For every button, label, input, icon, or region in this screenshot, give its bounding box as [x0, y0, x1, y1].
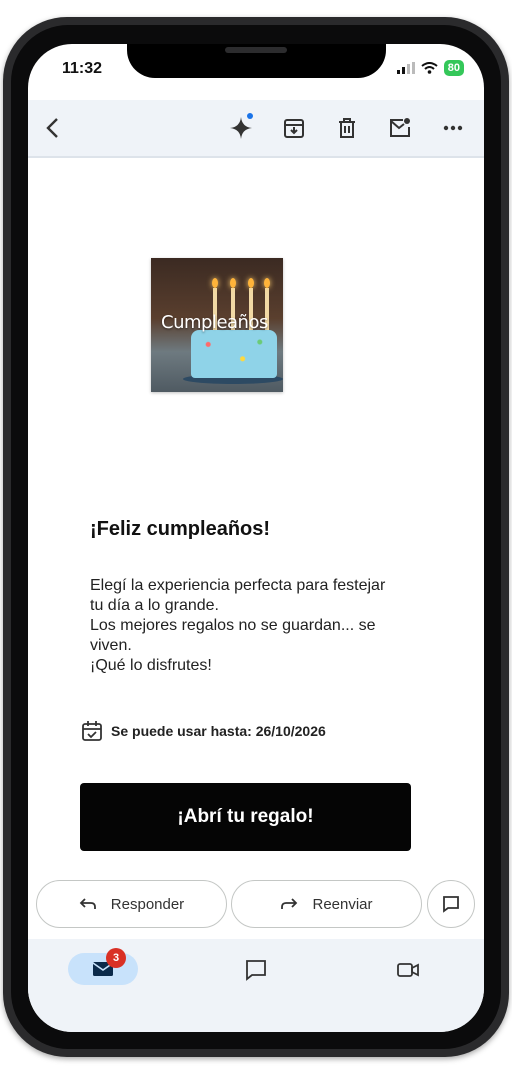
more-button[interactable] — [438, 113, 468, 143]
chat-icon — [443, 896, 459, 913]
archive-icon — [284, 119, 304, 138]
screen: 11:32 80 Cumpleaños ¡Feliz cumpleaños! E… — [28, 44, 484, 1032]
wifi-icon — [421, 62, 438, 74]
email-body: Elegí la experiencia perfecta para feste… — [90, 576, 440, 676]
unread-badge: 3 — [106, 948, 126, 968]
forward-button[interactable]: Reenviar — [231, 880, 422, 928]
reply-label: Responder — [110, 895, 185, 913]
signal-icon — [396, 62, 415, 74]
status-icons: 80 — [396, 60, 464, 76]
reply-icon — [79, 898, 96, 909]
battery-indicator: 80 — [443, 60, 464, 76]
calendar-icon — [82, 721, 102, 741]
video-camera-icon — [397, 963, 419, 977]
more-icon — [443, 125, 463, 131]
archive-button[interactable] — [279, 113, 309, 143]
body-line: Los mejores regalos no se guardan... se — [90, 617, 376, 634]
bottom-navigation: 3 — [28, 939, 484, 1032]
nav-chat[interactable] — [243, 957, 269, 983]
validity-text: Se puede usar hasta: 26/10/2026 — [111, 723, 326, 739]
gemini-button[interactable] — [226, 113, 256, 143]
nav-meet[interactable] — [395, 957, 421, 983]
mark-unread-icon — [390, 118, 410, 137]
delete-button[interactable] — [332, 113, 362, 143]
notification-dot — [247, 113, 253, 119]
body-line: Elegí la experiencia perfecta para feste… — [90, 577, 386, 594]
status-time: 11:32 — [62, 60, 103, 77]
reply-button[interactable]: Responder — [36, 880, 227, 928]
body-line: ¡Qué lo disfrutes! — [90, 657, 212, 674]
mark-unread-button[interactable] — [385, 113, 415, 143]
email-title: ¡Feliz cumpleaños! — [90, 518, 271, 540]
hero-image-text: Cumpleaños — [161, 312, 268, 333]
body-line: viven. — [90, 637, 132, 654]
birthday-cake-image: Cumpleaños — [151, 258, 283, 392]
phone-speaker — [225, 47, 287, 53]
nav-mail[interactable]: 3 — [68, 948, 138, 985]
sparkle-icon — [230, 117, 252, 139]
body-line: tu día a lo grande. — [90, 597, 219, 614]
forward-label: Reenviar — [312, 895, 373, 913]
validity-row: Se puede usar hasta: 26/10/2026 — [81, 720, 326, 742]
chat-icon — [246, 960, 266, 981]
forward-icon — [281, 898, 298, 909]
trash-icon — [339, 118, 355, 138]
email-toolbar — [28, 100, 484, 158]
open-gift-button[interactable]: ¡Abrí tu regalo! — [80, 783, 411, 851]
chat-reply-button[interactable] — [427, 880, 475, 928]
back-arrow-icon — [46, 118, 58, 138]
back-button[interactable] — [38, 113, 68, 143]
